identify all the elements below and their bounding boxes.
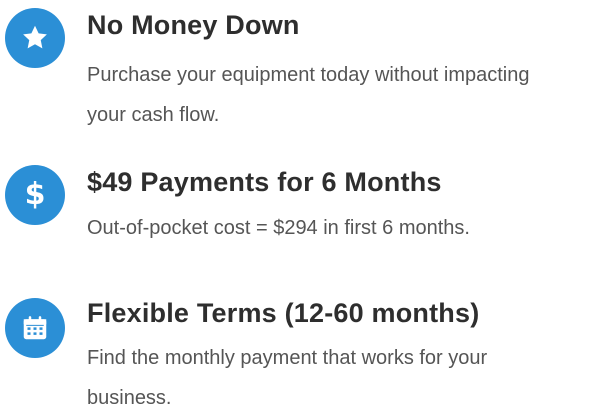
dollar-glyph: $ — [24, 177, 46, 212]
feature-title: $49 Payments for 6 Months — [87, 167, 442, 197]
feature-description: Find the monthly payment that works for … — [87, 347, 488, 409]
feature-description: Out-of-pocket cost = $294 in first 6 mon… — [87, 217, 470, 239]
feature-title: Flexible Terms (12-60 months) — [87, 298, 480, 328]
calendar-icon — [5, 298, 65, 358]
dollar-icon: $ — [5, 165, 65, 225]
feature-description: Purchase your equipment today without im… — [87, 64, 530, 126]
feature-title: No Money Down — [87, 10, 300, 40]
star-icon — [5, 8, 65, 68]
